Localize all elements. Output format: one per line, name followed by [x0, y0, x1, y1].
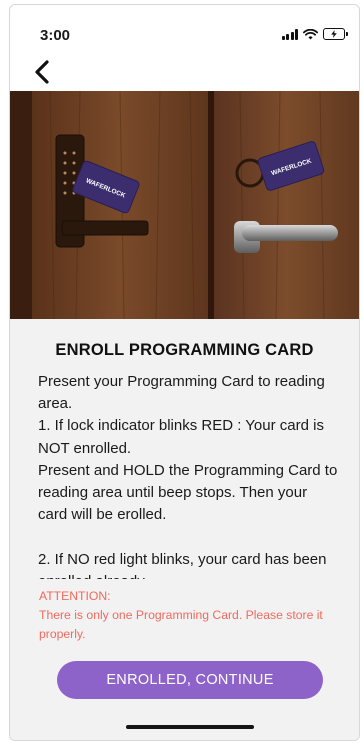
attention-label: ATTENTION: — [39, 589, 111, 603]
cellular-signal-icon — [281, 28, 298, 40]
instruction-panel: ENROLL PROGRAMMING CARD Present your Pro… — [10, 319, 359, 740]
door-lock-illustration: WAFERLOCK WAFERLOCK — [10, 91, 359, 319]
status-time: 3:00 — [40, 27, 71, 44]
instructions-text: Present your Programming Card to reading… — [38, 373, 338, 579]
back-button[interactable] — [28, 57, 58, 87]
attention-text: There is only one Programming Card. Plea… — [39, 608, 323, 641]
door-lock-photo: WAFERLOCK WAFERLOCK — [10, 91, 359, 319]
attention-notice: ATTENTION: There is only one Programming… — [39, 587, 339, 644]
page-title: ENROLL PROGRAMMING CARD — [55, 341, 314, 359]
instructions-scroll[interactable]: Present your Programming Card to reading… — [38, 371, 338, 579]
enrolled-continue-button[interactable]: ENROLLED, CONTINUE — [57, 661, 323, 699]
battery-charging-icon — [323, 28, 348, 40]
chevron-left-icon — [35, 60, 49, 84]
app-screen: 3:00 WAFERLOCK WAFERLOCK ENROLL PROGRAMM… — [9, 4, 360, 741]
home-indicator — [126, 725, 254, 729]
wifi-icon — [303, 28, 318, 39]
status-icons — [281, 28, 348, 40]
status-bar: 3:00 — [10, 5, 359, 53]
